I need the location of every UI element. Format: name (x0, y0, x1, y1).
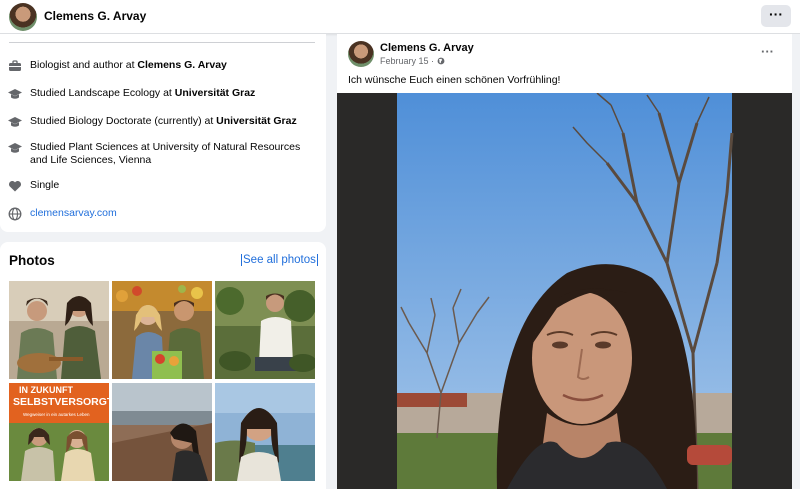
work-text: Biologist and author at (30, 59, 138, 71)
globe-icon (8, 207, 22, 221)
photo-thumbnail-5[interactable] (112, 383, 212, 481)
briefcase-icon (9, 60, 21, 71)
profile-top-bar: Clemens G. Arvay ··· (0, 0, 800, 34)
profile-name[interactable]: Clemens G. Arvay (44, 9, 146, 23)
education-row-2: Studied Biology Doctorate (currently) at… (8, 115, 318, 129)
heart-icon (8, 180, 22, 192)
post-card: Clemens G. Arvay February 15 · ··· Ich w… (337, 34, 800, 489)
post-meta: February 15 · (380, 56, 445, 66)
page-scrollbar[interactable] (792, 34, 800, 489)
post-date[interactable]: February 15 (380, 56, 429, 66)
see-all-photos-link[interactable]: See all photos (241, 254, 318, 266)
post-more-options-button[interactable]: ··· (761, 44, 774, 59)
graduation-cap-icon (8, 89, 22, 99)
education-school-link-2[interactable]: Universität Graz (216, 115, 297, 127)
divider (9, 42, 315, 43)
graduation-cap-icon (8, 143, 22, 153)
photo-thumbnail-2[interactable] (112, 281, 212, 379)
post-author-avatar[interactable] (348, 41, 374, 67)
book-subtitle: Wegweiser in ein autarkes Leben (23, 412, 90, 417)
education-text-1: Studied Landscape Ecology at (30, 87, 175, 99)
public-globe-icon (437, 57, 444, 65)
photo-thumbnail-3[interactable] (215, 281, 315, 379)
relationship-text: Single (30, 179, 60, 191)
education-text-2: Studied Biology Doctorate (currently) at (30, 115, 217, 127)
graduation-cap-icon (8, 117, 22, 127)
book-title-line-1: IN ZUKUNFT (19, 385, 73, 395)
post-photo[interactable] (337, 92, 792, 489)
website-row: clemensarvay.com (8, 207, 318, 221)
education-text-3: Studied Plant Sciences at University of … (30, 141, 301, 166)
post-author-name[interactable]: Clemens G. Arvay (380, 42, 474, 54)
photos-card: Photos See all photos IN ZUKUNFT SELBSTV… (0, 242, 326, 489)
photo-thumbnail-1[interactable] (9, 281, 109, 379)
photos-title: Photos (9, 253, 55, 268)
photo-thumbnail-book-cover[interactable]: IN ZUKUNFT SELBSTVERSORGT Wegweiser in e… (9, 383, 109, 481)
education-row-1: Studied Landscape Ecology at Universität… (8, 87, 318, 101)
profile-avatar[interactable] (9, 3, 37, 31)
photo-thumbnail-6[interactable] (215, 383, 315, 481)
education-school-link-1[interactable]: Universität Graz (175, 87, 256, 99)
post-text: Ich wünsche Euch einen schönen Vorfrühli… (348, 74, 561, 86)
education-row-3: Studied Plant Sciences at University of … (8, 141, 318, 169)
relationship-row: Single (8, 179, 318, 193)
more-options-button[interactable]: ··· (761, 5, 791, 27)
intro-card: Biologist and author at Clemens G. Arvay… (0, 34, 326, 232)
book-title-line-2: SELBSTVERSORGT (13, 396, 109, 408)
work-employer-link[interactable]: Clemens G. Arvay (137, 59, 227, 71)
meta-separator: · (428, 56, 437, 66)
work-info-row: Biologist and author at Clemens G. Arvay (8, 59, 318, 73)
website-link[interactable]: clemensarvay.com (30, 207, 320, 220)
